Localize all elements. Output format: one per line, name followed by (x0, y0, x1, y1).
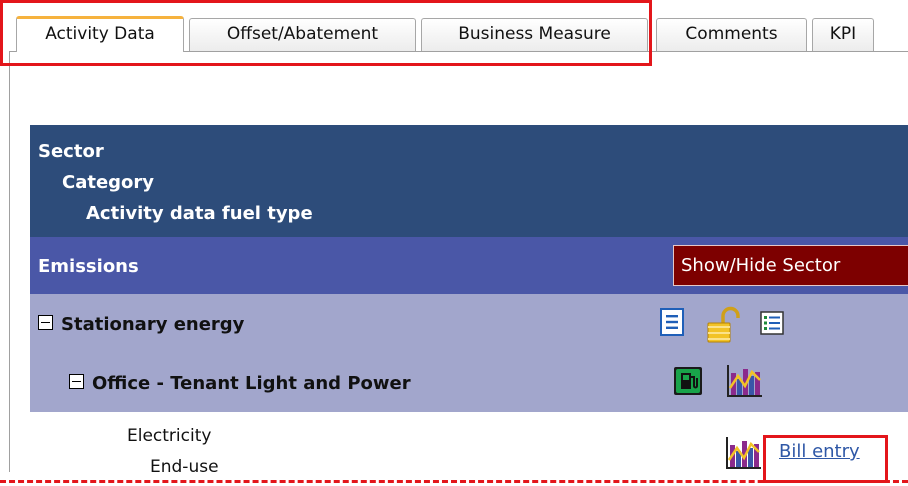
fuel-type-heading: Activity data fuel type (86, 203, 313, 224)
show-hide-sector-button[interactable]: Show/Hide Sector (673, 245, 908, 286)
page-left-border (9, 52, 10, 472)
bill-entry-link[interactable]: Bill entry (779, 441, 860, 462)
category-heading: Category (62, 172, 155, 193)
category-label: Office - Tenant Light and Power (92, 373, 411, 394)
tab-bar: Activity Data Offset/Abatement Business … (0, 0, 908, 66)
tab-offset-abatement[interactable]: Offset/Abatement (189, 18, 416, 51)
tab-activity-data[interactable]: Activity Data (16, 16, 184, 52)
form-list-icon[interactable] (760, 311, 784, 335)
document-list-icon[interactable] (660, 308, 684, 336)
activity-name: Electricity (127, 426, 212, 446)
collapse-toggle-icon[interactable] (69, 374, 84, 389)
tab-kpi[interactable]: KPI (812, 18, 874, 51)
tab-business-measure[interactable]: Business Measure (421, 18, 648, 51)
tab-comments[interactable]: Comments (656, 18, 807, 51)
sector-label: Stationary energy (61, 314, 245, 335)
activity-subtype: End-use (150, 457, 219, 477)
sector-heading: Sector (38, 141, 104, 162)
sector-row-stationary-energy: Stationary energy (30, 294, 908, 353)
bar-chart-icon[interactable] (725, 364, 763, 398)
fuel-pump-icon[interactable] (673, 366, 703, 396)
emissions-header: Emissions Show/Hide Sector (30, 237, 908, 294)
sector-row-office: Office - Tenant Light and Power (30, 353, 908, 412)
collapse-toggle-icon[interactable] (38, 315, 53, 330)
bar-chart-icon[interactable] (724, 436, 762, 470)
table-header: Sector Category Activity data fuel type (30, 125, 908, 237)
emissions-heading: Emissions (38, 256, 139, 277)
unlocked-padlock-icon[interactable] (706, 306, 744, 344)
dashed-separator (0, 480, 908, 483)
sector-rows: Stationary energy Office - Tenant Light (30, 294, 908, 412)
